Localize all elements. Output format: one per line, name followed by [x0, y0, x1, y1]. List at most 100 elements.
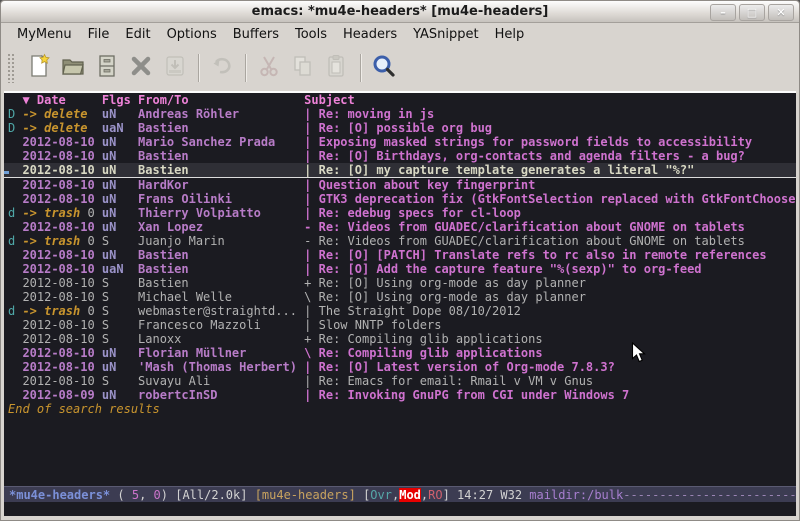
message-from: Mario Sanchez Prada: [138, 135, 304, 149]
menu-yasnippet[interactable]: YASnippet: [405, 25, 487, 44]
message-subject: | Re: [O] Latest version of Org-mode 7.8…: [304, 360, 796, 374]
message-subject: | The Straight Dope 08/10/2012: [304, 304, 796, 318]
date-or-mark: 2012-08-10: [22, 276, 101, 290]
maximize-button[interactable]: □: [739, 4, 765, 21]
message-row[interactable]: 2012-08-10 uaN Bastien | Re: [O] Add the…: [4, 262, 796, 276]
message-row[interactable]: 2012-08-10 S Bastien + Re: [O] Using org…: [4, 276, 796, 290]
menu-edit[interactable]: Edit: [117, 25, 158, 44]
emacs-window: emacs: *mu4e-headers* [mu4e-headers] –□✕…: [0, 0, 800, 521]
toolbar-grip-handle[interactable]: [7, 53, 16, 83]
column-date[interactable]: ▼ Date: [22, 93, 101, 107]
tool-bar: [1, 46, 799, 89]
message-row[interactable]: 2012-08-10 uN Mario Sanchez Prada | Expo…: [4, 135, 796, 149]
modeline-segment-buffer: *mu4e-headers*: [9, 488, 110, 502]
mark-char: [8, 332, 22, 346]
mark-char: d: [8, 206, 22, 220]
message-row[interactable]: d -> trash 0 S webmaster@straightd... | …: [4, 304, 796, 318]
message-flags: uaN: [102, 121, 138, 135]
modeline-segment-plain: ) [All/2.0k]: [161, 488, 255, 502]
message-flags: uN: [102, 220, 138, 234]
message-row[interactable]: 2012-08-10 S Lanoxx + Re: Compiling glib…: [4, 332, 796, 346]
menu-help[interactable]: Help: [487, 25, 533, 44]
minibuffer-echo-area[interactable]: [4, 502, 796, 516]
message-subject: | Re: [O] Add the capture feature "%(sex…: [304, 262, 796, 276]
toolbar-separator: [245, 54, 246, 82]
message-row[interactable]: 2012-08-10 uN 'Mash (Thomas Herbert) | R…: [4, 360, 796, 374]
mark-char: [8, 388, 22, 402]
close-buffer-button[interactable]: [124, 52, 158, 84]
open-folder-button[interactable]: [56, 52, 90, 84]
message-subject: | GTK3 deprecation fix (GtkFontSelection…: [304, 192, 796, 206]
message-row[interactable]: d -> trash 0 S Juanjo Marin - Re: Videos…: [4, 234, 796, 248]
menu-file[interactable]: File: [80, 25, 118, 44]
copy-icon: [290, 53, 316, 83]
search-icon: [371, 53, 397, 83]
message-row[interactable]: 2012-08-09 uN robertcInSD | Re: Invoking…: [4, 388, 796, 402]
message-subject: + Re: [O] Using org-mode as day planner: [304, 276, 796, 290]
message-row[interactable]: 2012-08-10 uN HardKor | Question about k…: [4, 178, 796, 192]
date-or-mark: 2012-08-10: [22, 220, 101, 234]
message-row[interactable]: 2012-08-10 uN Frans Oilinki | GTK3 depre…: [4, 192, 796, 206]
message-row[interactable]: 2012-08-10 S Suvayu Ali | Re: Emacs for …: [4, 374, 796, 388]
menu-headers[interactable]: Headers: [335, 25, 405, 44]
message-row[interactable]: 2012-08-10 uN Xan Lopez - Re: Videos fro…: [4, 220, 796, 234]
message-row[interactable]: 2012-08-10 uN Florian Müllner \ Re: Comp…: [4, 346, 796, 360]
search-button[interactable]: [367, 52, 401, 84]
modeline-segment-plain: ] 14:27 W32: [443, 488, 530, 502]
message-subject: | Re: edebug specs for cl-loop: [304, 206, 796, 220]
message-row[interactable]: 2012-08-10 uN Bastien | Re: [O] Birthday…: [4, 149, 796, 163]
message-subject: | Re: Emacs for email: Rmail v VM v Gnus: [304, 374, 796, 388]
undo-button: [205, 52, 239, 84]
menu-tools[interactable]: Tools: [287, 25, 335, 44]
mark-char: d: [8, 234, 22, 248]
message-from: webmaster@straightd...: [138, 304, 304, 318]
message-row[interactable]: 2012-08-10 uN Bastien | Re: [O] [PATCH] …: [4, 248, 796, 262]
mark-char: D: [8, 121, 22, 135]
message-flags: S: [102, 234, 138, 248]
message-row[interactable]: 2012-08-10 S Francesco Mazzoli | Slow NN…: [4, 318, 796, 332]
column-from-to[interactable]: From/To: [138, 93, 304, 107]
message-row[interactable]: d -> trash 0 uN Thierry Volpiatto | Re: …: [4, 206, 796, 220]
menu-options[interactable]: Options: [159, 25, 225, 44]
message-flags: uN: [102, 135, 138, 149]
minimize-button[interactable]: –: [710, 4, 736, 21]
menu-buffers[interactable]: Buffers: [225, 25, 287, 44]
message-row[interactable]: 2012-08-10 S Michael Welle \ Re: [O] Usi…: [4, 290, 796, 304]
mark-char: [8, 346, 22, 360]
modeline-segment-maildir: maildir:/bulk: [529, 488, 623, 502]
date-or-mark: 2012-08-10: [22, 248, 101, 262]
title-bar[interactable]: emacs: *mu4e-headers* [mu4e-headers] –□✕: [1, 1, 799, 23]
date-or-mark: 2012-08-10: [22, 374, 101, 388]
message-flags: uN: [102, 107, 138, 121]
mark-char: [8, 149, 22, 163]
message-subject: \ Re: Compiling glib applications: [304, 346, 796, 360]
column-flags[interactable]: Flgs: [102, 93, 138, 107]
mark-char: [8, 262, 22, 276]
message-row[interactable]: D -> delete uN Andreas Röhler | Re: movi…: [4, 107, 796, 121]
new-file-button[interactable]: [22, 52, 56, 84]
message-from: robertcInSD: [138, 388, 304, 402]
message-subject: | Question about key fingerprint: [304, 178, 796, 192]
message-from: Andreas Röhler: [138, 107, 304, 121]
date-or-mark: -> trash 0: [22, 304, 101, 318]
date-or-mark: 2012-08-10: [22, 135, 101, 149]
message-subject: | Exposing masked strings for password f…: [304, 135, 796, 149]
date-or-mark: 2012-08-10: [22, 290, 101, 304]
column-subject[interactable]: Subject: [304, 93, 796, 107]
message-row[interactable]: D -> delete uaN Bastien | Re: [O] possib…: [4, 121, 796, 135]
window-title: emacs: *mu4e-headers* [mu4e-headers]: [1, 4, 799, 19]
message-flags: S: [102, 290, 138, 304]
message-subject: | Slow NNTP folders: [304, 318, 796, 332]
modeline-segment-dashes: ----------------------------------------…: [623, 488, 796, 502]
mark-char: [8, 318, 22, 332]
message-subject: \ Re: [O] Using org-mode as day planner: [304, 290, 796, 304]
file-cabinet-icon: [94, 53, 120, 83]
close-button[interactable]: ✕: [768, 4, 794, 21]
message-row[interactable]: 2012-08-10 uN Bastien | Re: [O] my captu…: [4, 163, 796, 178]
mark-char: [8, 290, 22, 304]
mark-action: -> trash: [22, 234, 80, 248]
message-flags: S: [102, 374, 138, 388]
headers-column-row: ▼ Date Flgs From/To Subject: [4, 93, 796, 107]
file-cabinet-button[interactable]: [90, 52, 124, 84]
menu-mymenu[interactable]: MyMenu: [9, 25, 80, 44]
